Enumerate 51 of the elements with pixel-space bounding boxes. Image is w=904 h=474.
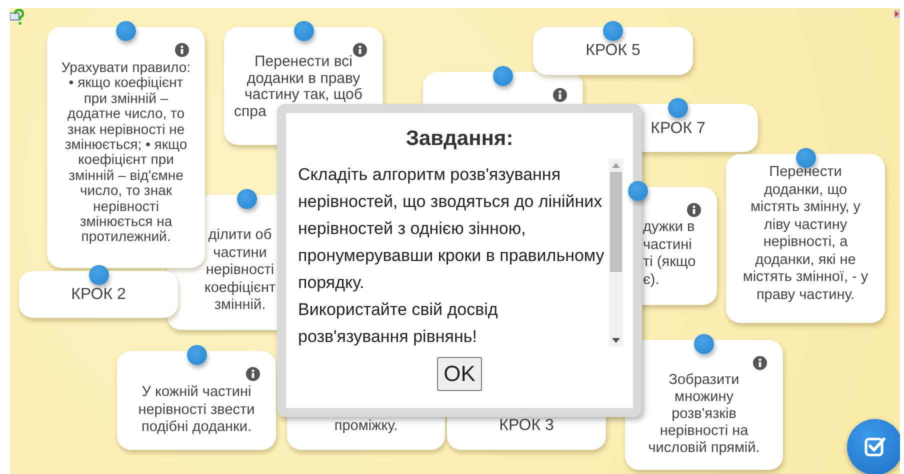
card-text: Перенести доданки, що містять змінну, у ліву частину нерівності, а доданки, які не містять змінної, - у праву частину. — [742, 164, 869, 304]
pin-dot[interactable] — [603, 21, 623, 41]
help-icon[interactable] — [10, 9, 24, 27]
pin-dot[interactable] — [294, 21, 314, 41]
card-text-line: коефіцієнт — [203, 280, 277, 297]
card-text: проміжку. — [333, 418, 399, 436]
step-card[interactable]: КРОК 2 — [19, 271, 178, 318]
step-label: КРОК 7 — [650, 119, 706, 139]
note-card[interactable]: Перенести доданки, що містять змінну, у ліву частину нерівності, а доданки, які не містять змінної, - у праву частину. — [726, 154, 885, 323]
step-card[interactable]: КРОК 5 — [533, 27, 693, 75]
card-text: Зобразити множину розв'язків нерівності на числовій прямій. — [647, 372, 761, 457]
pin-dot[interactable] — [796, 148, 816, 168]
card-text-line: частини — [212, 244, 268, 262]
pin-dot[interactable] — [237, 189, 257, 209]
step-label: КРОК 2 — [70, 285, 127, 305]
card-text-line: ділити об — [207, 227, 273, 244]
info-icon[interactable] — [175, 43, 189, 57]
card-text-line: спра — [234, 104, 268, 120]
card-text-line: ті (якщо — [643, 254, 697, 272]
scroll-down-icon[interactable] — [612, 338, 620, 343]
pin-dot[interactable] — [694, 334, 714, 354]
pin-dot[interactable] — [668, 98, 688, 118]
pin-dot[interactable] — [186, 345, 206, 365]
info-icon[interactable] — [246, 367, 260, 381]
card-text-line: частину так, щоб — [244, 87, 364, 104]
note-card[interactable]: Зобразити множину розв'язків нерівності на числовій прямій. — [625, 340, 783, 470]
info-icon[interactable] — [553, 88, 567, 102]
step-label: КРОК 5 — [584, 41, 642, 61]
info-icon[interactable] — [687, 203, 701, 217]
scrollbar[interactable] — [609, 159, 623, 347]
scroll-up-icon[interactable] — [612, 163, 620, 168]
corner-icon[interactable] — [894, 10, 900, 18]
card-text-line: Перенести всі — [254, 54, 354, 70]
card-text-line: дужки в — [643, 219, 696, 236]
info-icon[interactable] — [353, 43, 367, 57]
note-card[interactable]: Урахувати правило: • якщо коефіцієнт при змінній – додатне число, то знак нерівності не змінюється; • якщо коефіцієнт при змінній – від'ємне число, то знак нерівності змінюється на протилежний. — [47, 27, 205, 268]
card-text-line: частині — [643, 236, 693, 254]
step-label: КРОК 3 — [498, 416, 555, 436]
ok-button[interactable]: OK — [436, 357, 482, 391]
card-text-line: є). — [643, 272, 660, 289]
card-text-line: нерівності — [204, 262, 276, 280]
note-card[interactable]: У кожній частині нерівності звести подібні доданки. — [117, 351, 276, 450]
info-icon[interactable] — [753, 356, 767, 370]
card-text: У кожній частині нерівності звести подібні доданки. — [137, 384, 256, 436]
dialog-title: Завдання: — [406, 127, 514, 151]
checkbox-tick-icon — [864, 436, 886, 458]
card-text-line: змінній. — [213, 297, 267, 314]
pin-dot[interactable] — [493, 66, 513, 86]
check-button[interactable] — [847, 419, 900, 474]
pin-dot[interactable] — [116, 21, 136, 41]
card-text-line: доданки в праву — [246, 70, 362, 87]
